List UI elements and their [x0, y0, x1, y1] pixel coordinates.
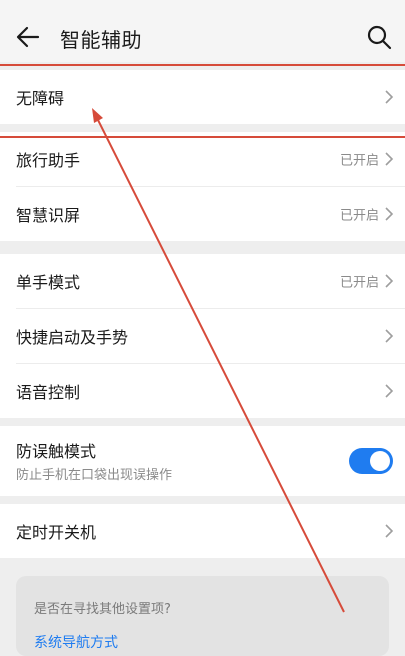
row-label: 单手模式 — [16, 273, 81, 292]
chevron-right-icon — [385, 524, 394, 538]
row-label: 智慧识屏 — [16, 206, 81, 225]
suggestion-link[interactable]: 系统导航方式 — [34, 632, 118, 652]
row-voice-control[interactable]: 语音控制 — [0, 364, 405, 418]
suggestion-card: 是否在寻找其他设置项? 系统导航方式 — [16, 576, 389, 656]
row-travel-assistant[interactable]: 旅行助手 已开启 — [0, 132, 405, 186]
row-accessibility[interactable]: 无障碍 — [0, 70, 405, 124]
status-bar — [0, 0, 405, 10]
status-text: 已开启 — [339, 153, 379, 169]
back-arrow-icon[interactable] — [14, 23, 42, 51]
row-accidental-touch-prevention: 防误触模式 防止手机在口袋出现误操作 — [0, 426, 405, 496]
annotation-line-top — [0, 64, 405, 66]
settings-group-pocket-mode: 防误触模式 防止手机在口袋出现误操作 — [0, 426, 405, 496]
row-scheduled-power[interactable]: 定时开关机 — [0, 504, 405, 558]
row-sublabel: 防止手机在口袋出现误操作 — [16, 468, 173, 483]
chevron-right-icon — [385, 329, 394, 343]
page-title: 智能辅助 — [60, 28, 142, 52]
settings-group-assistants: 旅行助手 已开启 智慧识屏 已开启 — [0, 132, 405, 241]
row-label: 防误触模式 — [16, 442, 97, 461]
chevron-right-icon — [385, 90, 394, 104]
status-bar-right-icons — [319, 0, 389, 4]
chevron-right-icon — [385, 152, 394, 166]
settings-group-schedule: 定时开关机 — [0, 504, 405, 558]
row-label: 旅行助手 — [16, 151, 81, 170]
row-one-hand-mode[interactable]: 单手模式 已开启 — [0, 254, 405, 308]
status-text: 已开启 — [339, 208, 379, 224]
accidental-touch-toggle[interactable] — [349, 448, 393, 474]
chevron-right-icon — [385, 384, 394, 398]
settings-group-controls: 单手模式 已开启 快捷启动及手势 语音控制 — [0, 254, 405, 418]
row-label: 语音控制 — [16, 383, 81, 402]
row-label: 定时开关机 — [16, 523, 97, 542]
status-bar-left-icons — [16, 0, 166, 4]
chevron-right-icon — [385, 274, 394, 288]
chevron-right-icon — [385, 207, 394, 221]
row-smart-screen-recognition[interactable]: 智慧识屏 已开启 — [0, 187, 405, 241]
suggestion-question: 是否在寻找其他设置项? — [34, 602, 171, 617]
app-bar: 智能辅助 — [0, 10, 405, 62]
row-shortcuts-and-gestures[interactable]: 快捷启动及手势 — [0, 309, 405, 363]
row-label: 无障碍 — [16, 89, 65, 108]
toggle-knob — [370, 451, 390, 471]
search-icon[interactable] — [365, 23, 393, 51]
row-label: 快捷启动及手势 — [16, 328, 129, 347]
settings-group-accessibility: 无障碍 — [0, 70, 405, 124]
status-text: 已开启 — [339, 275, 379, 291]
